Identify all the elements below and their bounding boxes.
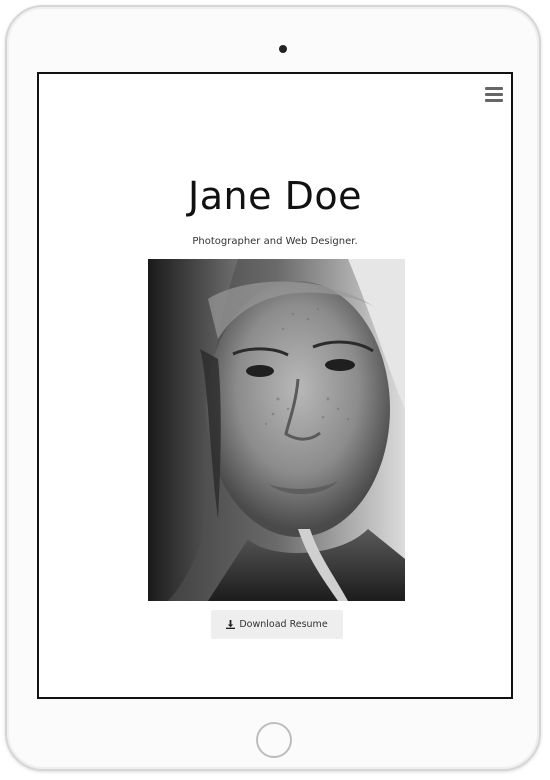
tablet-device-frame: Jane Doe Photographer and Web Designer. xyxy=(5,5,541,771)
page-subtitle: Photographer and Web Designer. xyxy=(192,236,358,247)
download-resume-label: Download Resume xyxy=(239,619,328,630)
menu-line xyxy=(485,87,503,90)
profile-portrait-image xyxy=(148,259,405,601)
menu-line xyxy=(485,99,503,102)
page-title: Jane Doe xyxy=(188,174,362,218)
hamburger-menu-icon[interactable] xyxy=(485,87,503,103)
download-resume-button[interactable]: Download Resume xyxy=(211,610,343,639)
front-camera xyxy=(279,45,287,53)
home-button[interactable] xyxy=(256,722,292,758)
menu-line xyxy=(485,93,503,96)
tablet-screen: Jane Doe Photographer and Web Designer. xyxy=(37,72,513,699)
download-icon xyxy=(226,620,236,629)
